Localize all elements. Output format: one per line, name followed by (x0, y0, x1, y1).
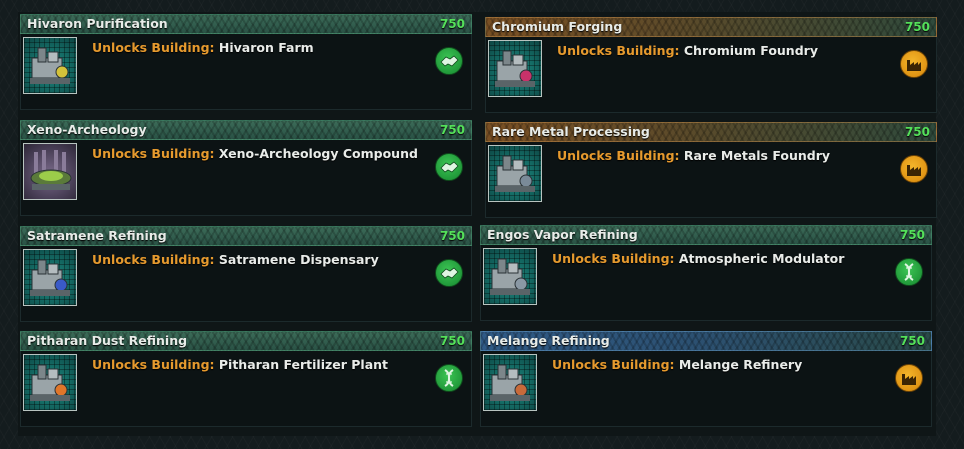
handshake-icon (435, 47, 463, 75)
building-name: Atmospheric Modulator (678, 251, 845, 266)
tech-portrait-icon (488, 40, 542, 97)
building-name: Melange Refinery (678, 357, 803, 372)
research-cost: 750 (439, 334, 465, 348)
tech-name: Xeno-Archeology (27, 122, 147, 137)
factory-icon (895, 364, 923, 392)
tech-name: Rare Metal Processing (492, 124, 650, 139)
research-cost: 750 (439, 229, 465, 243)
research-cost: 750 (439, 123, 465, 137)
handshake-icon (435, 153, 463, 181)
unlock-label: Unlocks Building: (92, 146, 215, 161)
research-cost: 750 (899, 334, 925, 348)
unlock-description: Unlocks Building: Satramene Dispensary (92, 252, 379, 267)
tech-portrait-icon (488, 145, 542, 202)
card-header: Hivaron Purification 750 (20, 14, 472, 34)
tech-card-xeno-archeology[interactable]: Xeno-Archeology 750 Unlocks Building: Xe… (20, 120, 472, 216)
tech-name: Pitharan Dust Refining (27, 333, 188, 348)
unlock-label: Unlocks Building: (557, 148, 680, 163)
unlock-description: Unlocks Building: Hivaron Farm (92, 40, 314, 55)
tech-portrait-icon (23, 37, 77, 94)
dna-icon (895, 258, 923, 286)
building-name: Pitharan Fertilizer Plant (218, 357, 389, 372)
tech-card-satramene-refining[interactable]: Satramene Refining 750 Unlocks Building:… (20, 226, 472, 322)
tech-card-melange-refining[interactable]: Melange Refining 750 Unlocks Building: M… (480, 331, 932, 427)
unlock-description: Unlocks Building: Pitharan Fertilizer Pl… (92, 357, 388, 372)
unlock-label: Unlocks Building: (92, 357, 215, 372)
research-cost: 750 (904, 20, 930, 34)
tech-card-hivaron-purification[interactable]: Hivaron Purification 750 Unlocks Buildin… (20, 14, 472, 110)
unlock-description: Unlocks Building: Chromium Foundry (557, 43, 818, 58)
unlock-label: Unlocks Building: (557, 43, 680, 58)
tech-portrait-icon (23, 249, 77, 306)
card-header: Satramene Refining 750 (20, 226, 472, 246)
building-name: Xeno-Archeology Compound (218, 146, 418, 161)
unlock-label: Unlocks Building: (552, 251, 675, 266)
tech-name: Melange Refining (487, 333, 610, 348)
building-name: Hivaron Farm (218, 40, 314, 55)
card-header: Melange Refining 750 (480, 331, 932, 351)
unlock-description: Unlocks Building: Rare Metals Foundry (557, 148, 830, 163)
unlock-description: Unlocks Building: Melange Refinery (552, 357, 802, 372)
unlock-description: Unlocks Building: Xeno-Archeology Compou… (92, 146, 418, 161)
tech-name: Hivaron Purification (27, 16, 168, 31)
tech-name: Satramene Refining (27, 228, 167, 243)
factory-icon (900, 155, 928, 183)
tech-card-pitharan-dust-refining[interactable]: Pitharan Dust Refining 750 Unlocks Build… (20, 331, 472, 427)
tech-card-engos-vapor-refining[interactable]: Engos Vapor Refining 750 Unlocks Buildin… (480, 225, 932, 321)
tech-name: Engos Vapor Refining (487, 227, 638, 242)
research-cost: 750 (904, 125, 930, 139)
research-cost: 750 (439, 17, 465, 31)
research-cost: 750 (899, 228, 925, 242)
unlock-label: Unlocks Building: (92, 40, 215, 55)
building-name: Rare Metals Foundry (683, 148, 831, 163)
card-header: Pitharan Dust Refining 750 (20, 331, 472, 351)
card-header: Xeno-Archeology 750 (20, 120, 472, 140)
card-header: Rare Metal Processing 750 (485, 122, 937, 142)
tech-portrait-icon (23, 354, 77, 411)
unlock-label: Unlocks Building: (552, 357, 675, 372)
factory-icon (900, 50, 928, 78)
card-header: Chromium Forging 750 (485, 17, 937, 37)
tech-portrait-icon (483, 248, 537, 305)
dna-icon (435, 364, 463, 392)
tech-card-chromium-forging[interactable]: Chromium Forging 750 Unlocks Building: C… (485, 17, 937, 113)
tech-card-rare-metal-processing[interactable]: Rare Metal Processing 750 Unlocks Buildi… (485, 122, 937, 218)
unlock-description: Unlocks Building: Atmospheric Modulator (552, 251, 844, 266)
card-header: Engos Vapor Refining 750 (480, 225, 932, 245)
handshake-icon (435, 259, 463, 287)
building-name: Satramene Dispensary (218, 252, 379, 267)
tech-portrait-icon (483, 354, 537, 411)
building-name: Chromium Foundry (683, 43, 818, 58)
tech-name: Chromium Forging (492, 19, 623, 34)
unlock-label: Unlocks Building: (92, 252, 215, 267)
tech-portrait-icon (23, 143, 77, 200)
